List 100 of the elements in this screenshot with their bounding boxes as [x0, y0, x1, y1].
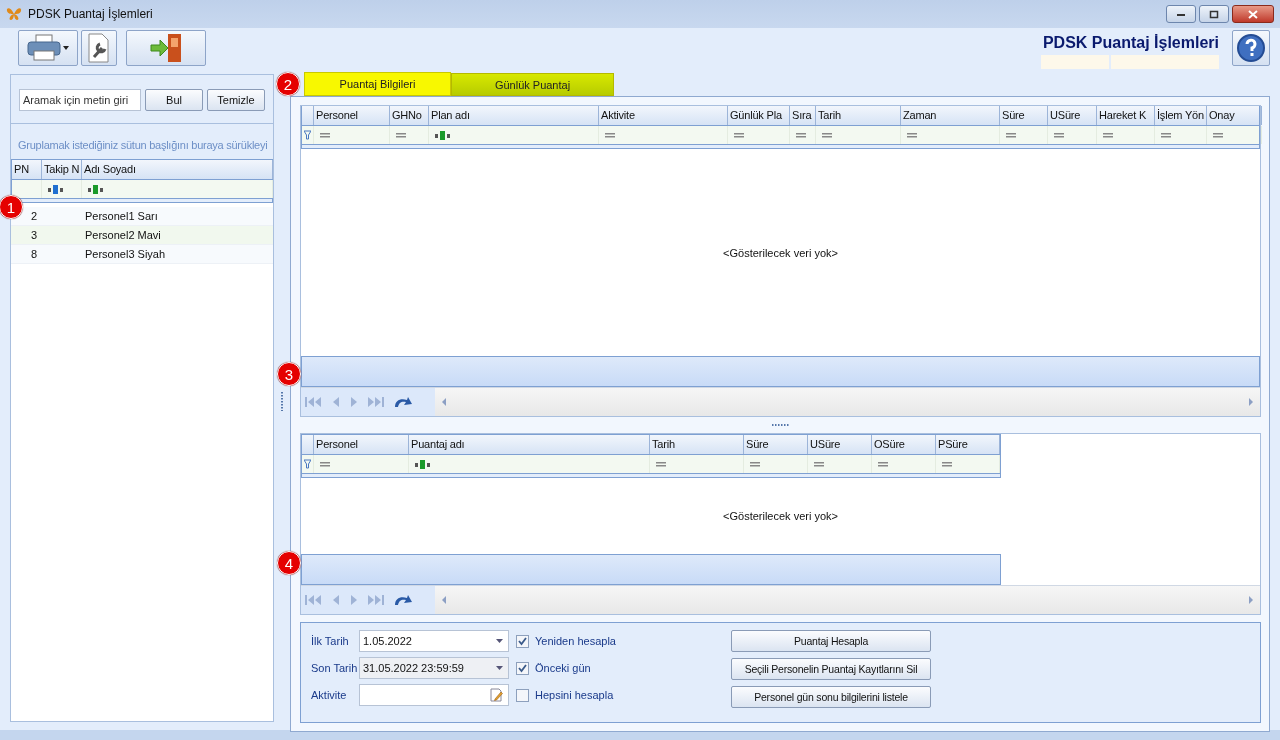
equals-filter-icon[interactable]	[734, 132, 744, 138]
column-header[interactable]: Adı Soyadı	[82, 160, 273, 179]
horizontal-scrollbar[interactable]	[435, 388, 1260, 416]
refresh-icon[interactable]	[393, 395, 413, 409]
column-header[interactable]: OSüre	[872, 435, 936, 454]
first-record-icon[interactable]	[305, 396, 323, 408]
equals-filter-icon[interactable]	[1006, 132, 1016, 138]
equals-filter-icon[interactable]	[320, 132, 330, 138]
column-header[interactable]: PSüre	[936, 435, 1000, 454]
equals-filter-icon[interactable]	[656, 461, 666, 467]
text-filter-icon[interactable]	[415, 459, 431, 469]
help-button[interactable]	[1232, 30, 1270, 66]
refresh-icon[interactable]	[393, 593, 413, 607]
equals-filter-icon[interactable]	[878, 461, 888, 467]
equals-filter-icon[interactable]	[1161, 132, 1171, 138]
table-cell: Personel2 Mavi	[85, 229, 161, 241]
close-button[interactable]	[1232, 5, 1274, 23]
column-header[interactable]: Tarih	[816, 106, 901, 125]
close-icon	[1248, 9, 1258, 19]
first-record-icon[interactable]	[305, 594, 323, 606]
equals-filter-icon[interactable]	[1213, 132, 1223, 138]
edit-icon[interactable]	[490, 688, 503, 702]
scroll-right-icon[interactable]	[1248, 397, 1254, 407]
printer-icon	[26, 34, 70, 62]
column-header[interactable]: Tarih	[650, 435, 744, 454]
equals-filter-icon[interactable]	[605, 132, 615, 138]
equals-filter-icon[interactable]	[822, 132, 832, 138]
tab[interactable]: Puantaj Bilgileri	[304, 72, 451, 96]
splitter-grip[interactable]	[280, 391, 284, 411]
column-header[interactable]: Aktivite	[599, 106, 728, 125]
column-header[interactable]: Takip N	[42, 160, 82, 179]
equals-filter-icon[interactable]	[1103, 132, 1113, 138]
search-button[interactable]: Temizle	[207, 89, 265, 111]
previous-record-icon[interactable]	[331, 396, 341, 408]
column-header[interactable]: Hareket K	[1097, 106, 1155, 125]
column-header[interactable]: USüre	[808, 435, 872, 454]
action-button[interactable]: Puantaj Hesapla	[731, 630, 931, 652]
dropdown-arrow-icon[interactable]	[496, 639, 503, 643]
table-cell: 3	[30, 229, 37, 241]
wrench-document-icon	[86, 33, 112, 63]
filter-icon[interactable]	[304, 459, 311, 469]
column-header[interactable]: Puantaj adı	[409, 435, 650, 454]
equals-filter-icon[interactable]	[396, 132, 406, 138]
column-header[interactable]: Personel	[314, 435, 409, 454]
equals-filter-icon[interactable]	[750, 461, 760, 467]
column-header[interactable]: Sıra	[790, 106, 816, 125]
exit-button[interactable]	[126, 30, 206, 66]
action-button[interactable]: Personel gün sonu bilgilerini listele	[731, 686, 931, 708]
tab[interactable]: Günlük Puantaj	[451, 73, 614, 96]
checkbox-label: Yeniden hesapla	[535, 635, 616, 647]
column-header[interactable]: PN	[12, 160, 42, 179]
marker-badge: 4	[277, 551, 301, 575]
equals-filter-icon[interactable]	[907, 132, 917, 138]
column-header[interactable]: Zaman	[901, 106, 1000, 125]
column-header[interactable]: Süre	[744, 435, 808, 454]
equals-filter-icon[interactable]	[320, 461, 330, 467]
text-filter-icon[interactable]	[48, 184, 64, 194]
print-button[interactable]	[18, 30, 78, 66]
maximize-icon	[1209, 9, 1219, 19]
column-header[interactable]: İşlem Yön	[1155, 106, 1207, 125]
filter-icon[interactable]	[304, 130, 311, 140]
empty-message: <Gösterilecek veri yok>	[723, 510, 838, 522]
last-record-icon[interactable]	[367, 396, 385, 408]
equals-filter-icon[interactable]	[1054, 132, 1064, 138]
input-field[interactable]: 1.05.2022	[359, 630, 509, 652]
last-record-icon[interactable]	[367, 594, 385, 606]
equals-filter-icon[interactable]	[796, 132, 806, 138]
search-field[interactable]: Aramak için metin giri	[19, 89, 141, 111]
action-button[interactable]: Seçili Personelin Puantaj Kayıtlarını Sil	[731, 658, 931, 680]
horizontal-scrollbar[interactable]	[435, 586, 1260, 614]
search-button[interactable]: Bul	[145, 89, 203, 111]
scroll-left-icon[interactable]	[441, 397, 447, 407]
previous-record-icon[interactable]	[331, 594, 341, 606]
scroll-right-icon[interactable]	[1248, 595, 1254, 605]
info-field	[1041, 55, 1109, 69]
page-heading: PDSK Puantaj İşlemleri	[1042, 34, 1219, 52]
splitter-grip[interactable]	[770, 423, 791, 427]
column-header[interactable]: Personel	[314, 106, 390, 125]
input-field[interactable]	[359, 684, 509, 706]
column-header[interactable]: Onay	[1207, 106, 1262, 125]
checkbox[interactable]	[516, 688, 529, 702]
column-header[interactable]: Süre	[1000, 106, 1048, 125]
minimize-button[interactable]	[1166, 5, 1196, 23]
next-record-icon[interactable]	[349, 396, 359, 408]
text-filter-icon[interactable]	[435, 130, 451, 140]
settings-button[interactable]	[81, 30, 117, 66]
column-header[interactable]: USüre	[1048, 106, 1097, 125]
table-cell: Personel1 Sarı	[85, 210, 158, 222]
text-filter-icon[interactable]	[88, 184, 104, 194]
window-title: PDSK Puantaj İşlemleri	[28, 7, 153, 21]
next-record-icon[interactable]	[349, 594, 359, 606]
maximize-button[interactable]	[1199, 5, 1229, 23]
column-header[interactable]: GHNo	[390, 106, 429, 125]
checkbox[interactable]	[516, 634, 529, 648]
scroll-left-icon[interactable]	[441, 595, 447, 605]
equals-filter-icon[interactable]	[942, 461, 952, 467]
checkbox[interactable]	[516, 661, 529, 675]
column-header[interactable]: Günlük Pla	[728, 106, 790, 125]
column-header[interactable]: Plan adı	[429, 106, 599, 125]
equals-filter-icon[interactable]	[814, 461, 824, 467]
